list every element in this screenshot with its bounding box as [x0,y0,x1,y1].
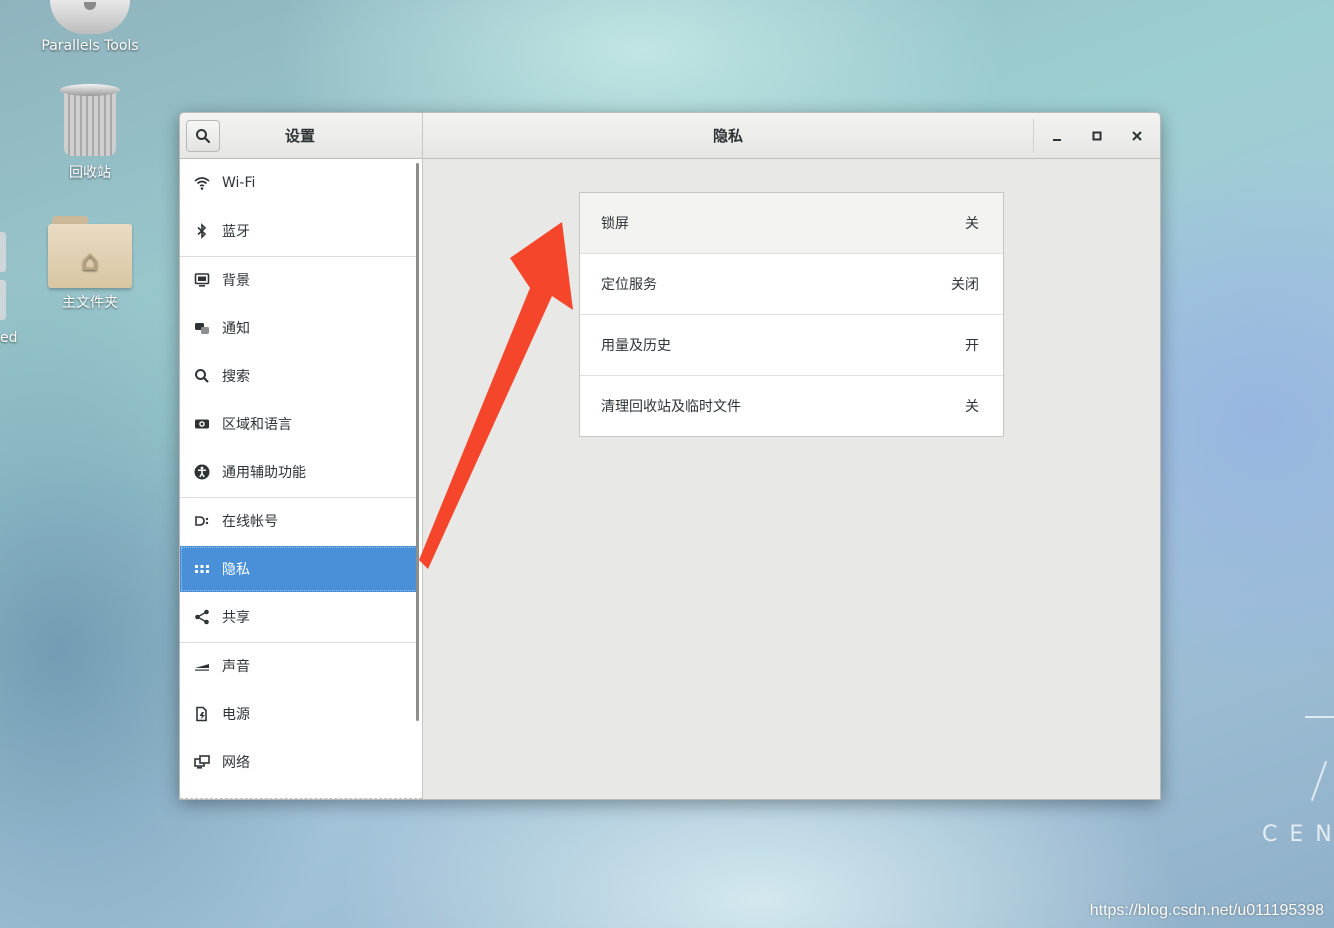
sidebar-item-background[interactable]: 背景 [180,257,418,303]
close-button[interactable] [1126,125,1148,147]
desktop-icon-label: 主文件夹 [62,295,118,311]
row-label: 用量及历史 [601,338,671,354]
sidebar-item-sharing[interactable]: 共享 [180,594,418,640]
network-icon [194,754,210,770]
desktop-icon-label: 回收站 [69,165,111,181]
minimize-icon [1053,139,1061,141]
notification-icon [194,320,210,336]
sidebar-item-region-language[interactable]: 区域和语言 [180,401,418,447]
search-icon [196,129,211,144]
desktop-icon-label: Parallels Tools [41,38,139,54]
sidebar-item-label: 共享 [222,610,250,626]
settings-window: 设置 隐私 Wi-Fi 蓝牙 背景 通知 搜索 区域和语言 通用辅助功能 在线帐… [179,112,1161,800]
search-icon [194,368,210,384]
header-bar: 设置 隐私 [180,113,1160,159]
sidebar-item-label: 通知 [222,321,250,337]
privacy-settings-list: 锁屏 关 定位服务 关闭 用量及历史 开 清理回收站及临时文件 关 [579,192,1004,437]
region-icon [194,416,210,432]
sidebar-item-label: 蓝牙 [222,224,250,240]
background-icon [194,272,210,288]
sidebar-item-network[interactable]: 网络 [180,739,418,785]
desktop-icon-parallels-tools[interactable]: Parallels Tools [30,0,150,54]
sidebar-item-wifi[interactable]: Wi-Fi [180,160,418,206]
trash-icon [60,84,120,158]
sidebar-item-accessibility[interactable]: 通用辅助功能 [180,449,418,495]
sidebar-item-label: 背景 [222,273,250,289]
desktop-edge-icon-fragment[interactable] [0,232,6,272]
sidebar-item-sound[interactable]: 声音 [180,643,418,689]
row-value: 关 [965,216,979,232]
sidebar-title: 设置 [284,127,315,145]
privacy-row-location-services[interactable]: 定位服务 关闭 [580,254,1003,314]
disc-icon [50,0,130,34]
sidebar-item-label: 电源 [222,707,250,723]
privacy-row-lock-screen[interactable]: 锁屏 关 [580,193,1003,253]
row-value: 开 [965,338,979,354]
page-title: 隐私 [712,127,743,145]
sidebar-item-bluetooth[interactable]: 蓝牙 [180,208,418,254]
sidebar-item-notifications[interactable]: 通知 [180,305,418,351]
row-value: 关闭 [951,277,979,293]
sidebar-item-online-accounts[interactable]: 在线帐号 [180,498,418,544]
sidebar-item-label: 隐私 [222,562,250,578]
wifi-icon [194,175,210,191]
power-icon [194,706,210,722]
privacy-row-purge-trash[interactable]: 清理回收站及临时文件 关 [580,376,1003,436]
row-value: 关 [965,399,979,415]
row-label: 清理回收站及临时文件 [601,399,741,415]
sidebar-item-label: 通用辅助功能 [222,465,306,481]
privacy-row-usage-history[interactable]: 用量及历史 开 [580,315,1003,375]
row-label: 锁屏 [601,216,629,232]
online-accounts-icon [194,513,210,529]
sidebar-item-label: 搜索 [222,369,250,385]
sidebar-item-label: 声音 [222,659,250,675]
sidebar-item-label: 区域和语言 [222,417,292,433]
minimize-button[interactable] [1046,125,1068,147]
watermark-url: https://blog.csdn.net/u011195398 [1089,902,1324,919]
maximize-button[interactable] [1086,125,1108,147]
desktop-icon-home-folder[interactable]: ⌂ 主文件夹 [30,212,150,312]
desktop-edge-label-fragment: ed [0,330,18,346]
row-label: 定位服务 [601,277,657,293]
bluetooth-icon [194,223,210,239]
sidebar-item-label: Wi-Fi [222,175,256,191]
brand-logo-line [1305,716,1334,718]
sidebar-item-power[interactable]: 电源 [180,691,418,737]
sidebar-item-label: 网络 [222,755,250,771]
home-folder-icon: ⌂ [48,212,132,288]
controls-divider [1033,119,1034,153]
brand-logo-slash [1310,760,1328,802]
desktop-edge-icon-fragment[interactable] [0,280,6,320]
privacy-icon [194,561,210,577]
sidebar-item-search[interactable]: 搜索 [180,353,418,399]
sidebar-item-privacy[interactable]: 隐私 [180,546,418,592]
close-icon [1132,131,1142,141]
search-button[interactable] [186,120,220,152]
brand-logo-text: CEN [1262,822,1332,847]
desktop-icon-trash[interactable]: 回收站 [30,84,150,182]
accessibility-icon [194,464,210,480]
sidebar-item-label: 在线帐号 [222,514,278,530]
sound-icon [194,658,210,674]
settings-sidebar: Wi-Fi 蓝牙 背景 通知 搜索 区域和语言 通用辅助功能 在线帐号 隐私 共… [180,159,423,799]
sidebar-scrollbar[interactable] [416,163,419,721]
sidebar-bottom-edge [180,797,422,799]
maximize-icon [1092,131,1102,141]
share-icon [194,609,210,625]
